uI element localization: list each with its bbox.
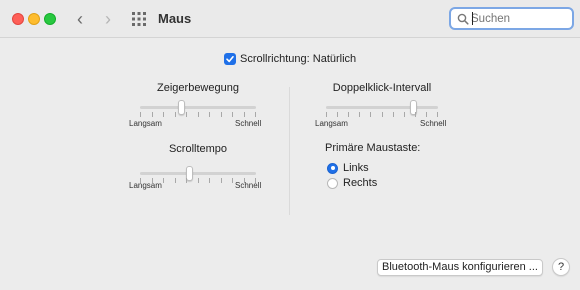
radio-links-label: Links: [343, 162, 369, 174]
slider-tick: [244, 112, 245, 117]
slider-tick: [437, 112, 438, 117]
double-click-slider[interactable]: [326, 100, 438, 120]
scroll-speed-max-label: Schnell: [235, 181, 262, 190]
slider-tick: [152, 112, 153, 117]
slider-thumb[interactable]: [186, 166, 193, 181]
radio-rechts-label: Rechts: [343, 177, 378, 189]
radio-option-rechts[interactable]: Rechts: [327, 177, 377, 189]
primary-button-title: Primäre Maustaste:: [325, 142, 421, 154]
slider-tick: [175, 112, 176, 117]
maximize-window-button[interactable]: [44, 13, 56, 25]
slider-tick: [140, 112, 141, 117]
search-field[interactable]: [449, 7, 574, 30]
slider-tick: [232, 112, 233, 117]
slider-thumb[interactable]: [178, 100, 185, 115]
search-input[interactable]: [471, 10, 567, 27]
help-button[interactable]: ?: [552, 258, 570, 276]
configure-bluetooth-mouse-button[interactable]: Bluetooth-Maus konfigurieren ...: [377, 259, 543, 276]
slider-tick: [163, 178, 164, 183]
slider-track: [326, 106, 438, 109]
pointer-speed-title: Zeigerbewegung: [157, 82, 239, 94]
grid-icon[interactable]: [132, 12, 146, 26]
scroll-speed-min-label: Langsam: [129, 181, 162, 190]
slider-tick: [221, 112, 222, 117]
toolbar: ‹ › Maus: [0, 0, 580, 38]
scroll-direction-label: Scrollrichtung: Natürlich: [240, 53, 357, 65]
slider-tick: [163, 112, 164, 117]
slider-tick: [404, 112, 405, 117]
slider-tick: [415, 112, 416, 117]
chevron-left-icon[interactable]: ‹: [71, 9, 89, 29]
double-click-title: Doppelklick-Intervall: [332, 82, 432, 94]
slider-tick: [186, 178, 187, 183]
pointer-speed-slider[interactable]: [140, 100, 256, 120]
slider-tick: [382, 112, 383, 117]
column-divider: [289, 87, 290, 215]
radio-rechts[interactable]: [327, 177, 338, 189]
slider-tick: [337, 112, 338, 117]
chevron-right-icon[interactable]: ›: [99, 9, 117, 29]
slider-tick: [209, 178, 210, 183]
slider-tick: [426, 112, 427, 117]
minimize-window-button[interactable]: [28, 13, 40, 25]
pointer-speed-min-label: Langsam: [129, 119, 162, 128]
search-icon: [457, 12, 469, 30]
scroll-direction-checkbox[interactable]: [224, 53, 236, 65]
slider-tick: [393, 112, 394, 117]
slider-tick: [198, 178, 199, 183]
slider-tick: [370, 112, 371, 117]
mouse-preferences-window: ‹ › Maus Suchen Scrollrichtung: Natürlic…: [0, 0, 580, 290]
checkmark-icon: [226, 55, 234, 63]
window-title: Maus: [158, 11, 192, 26]
slider-tick: [221, 178, 222, 183]
slider-tick: [175, 178, 176, 183]
slider-tick: [359, 112, 360, 117]
text-caret: [472, 12, 473, 25]
slider-tick: [348, 112, 349, 117]
slider-tick: [232, 178, 233, 183]
slider-tick: [209, 112, 210, 117]
double-click-min-label: Langsam: [315, 119, 348, 128]
scroll-speed-title: Scrolltempo: [168, 143, 228, 155]
radio-links[interactable]: [327, 162, 338, 174]
double-click-max-label: Schnell: [420, 119, 447, 128]
slider-track: [140, 172, 256, 175]
pointer-speed-max-label: Schnell: [235, 119, 262, 128]
close-window-button[interactable]: [12, 13, 24, 25]
slider-track: [140, 106, 256, 109]
slider-tick: [186, 112, 187, 117]
scroll-direction-option[interactable]: Scrollrichtung: Natürlich: [224, 53, 356, 65]
slider-tick: [326, 112, 327, 117]
radio-option-links[interactable]: Links: [327, 162, 369, 174]
slider-tick: [255, 112, 256, 117]
slider-tick: [198, 112, 199, 117]
